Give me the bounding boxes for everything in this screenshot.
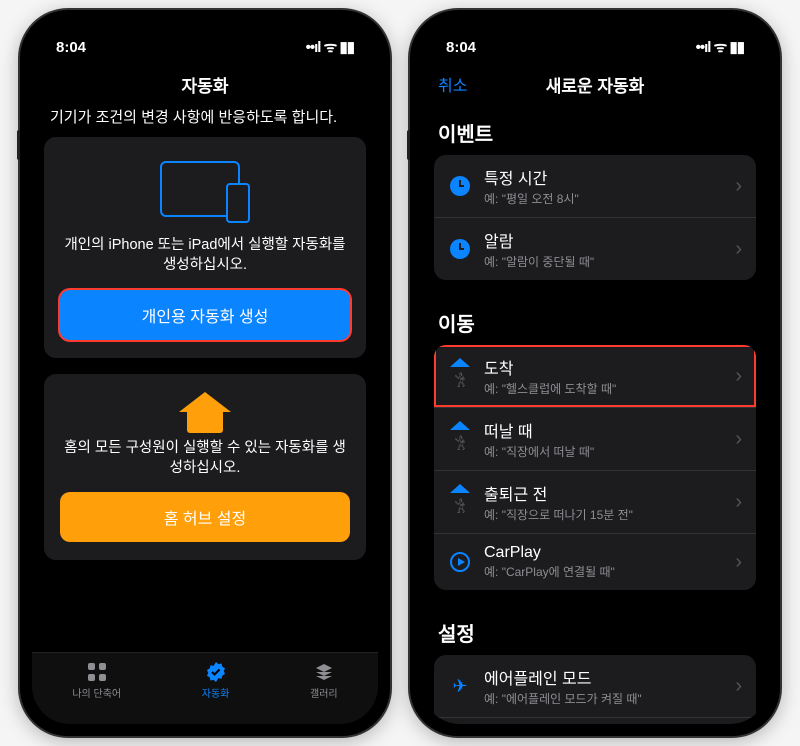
tab-label: 갤러리: [310, 685, 338, 700]
notch: [510, 10, 680, 36]
devices-icon: [60, 161, 350, 221]
home-card-description: 홈의 모든 구성원이 실행할 수 있는 자동화를 생성하십시오.: [60, 438, 350, 479]
tab-shortcuts[interactable]: 나의 단축어: [72, 661, 121, 700]
row-title: 알람: [484, 228, 723, 252]
check-badge-icon: [203, 661, 229, 683]
row-title: 특정 시간: [484, 165, 723, 189]
chevron-right-icon: ›: [735, 365, 742, 388]
status-time: 8:04: [56, 39, 86, 56]
phone-left: 8:04 ••ıl ᯤ ▮▮ 자동화 기기가 조건의 변경 사항에 반응하도록 …: [20, 10, 390, 736]
chevron-right-icon: ›: [735, 238, 742, 261]
page-title: 새로운 자동화: [546, 72, 645, 97]
airplane-icon: ✈: [448, 674, 472, 698]
chevron-right-icon: ›: [735, 551, 742, 574]
chevron-right-icon: ›: [735, 428, 742, 451]
tab-label: 자동화: [202, 685, 230, 700]
screen-right: 8:04 ••ıl ᯤ ▮▮ 취소 새로운 자동화 이벤트 특정 시간 예: "…: [422, 22, 768, 724]
row-wifi[interactable]: Wi-Fi 예: "iPhone이 홈 Wi-Fi에 연결될 때" ›: [434, 718, 756, 724]
section-header-movement: 이동: [434, 296, 756, 345]
create-personal-automation-button[interactable]: 개인용 자동화 생성: [60, 290, 350, 340]
row-subtitle: 예: "헬스클럽에 도착할 때": [484, 380, 723, 397]
row-title: 출퇴근 전: [484, 481, 723, 505]
section-header-event: 이벤트: [434, 106, 756, 155]
setup-home-hub-button[interactable]: 홈 허브 설정: [60, 492, 350, 542]
row-title: 에어플레인 모드: [484, 665, 723, 689]
home-icon: [60, 398, 350, 410]
commute-icon: 𓀟: [448, 490, 472, 514]
event-list: 특정 시간 예: "평일 오전 8시" › 알람 예: "알람이 중단될 때" …: [434, 155, 756, 280]
row-subtitle: 예: "알람이 중단될 때": [484, 253, 723, 270]
nav-bar: 자동화: [32, 62, 378, 106]
row-title: 떠날 때: [484, 418, 723, 442]
row-leave[interactable]: 𓀟 떠날 때 예: "직장에서 떠날 때" ›: [434, 408, 756, 471]
home-automation-card: 홈의 모든 구성원이 실행할 수 있는 자동화를 생성하십시오. 홈 허브 설정: [44, 374, 366, 561]
row-before-commute[interactable]: 𓀟 출퇴근 전 예: "직장으로 떠나기 15분 전" ›: [434, 471, 756, 534]
row-subtitle: 예: "직장으로 떠나기 15분 전": [484, 506, 723, 523]
chevron-right-icon: ›: [735, 491, 742, 514]
tab-label: 나의 단축어: [72, 685, 121, 700]
tab-gallery[interactable]: 갤러리: [310, 661, 338, 700]
status-time: 8:04: [446, 39, 476, 56]
layers-icon: [311, 661, 337, 683]
row-time-of-day[interactable]: 특정 시간 예: "평일 오전 8시" ›: [434, 155, 756, 218]
tab-bar: 나의 단축어 자동화 갤러리: [32, 652, 378, 724]
arrive-icon: 𓀟: [448, 364, 472, 388]
notch: [120, 10, 290, 36]
status-indicators: ••ıl ᯤ ▮▮: [306, 37, 354, 57]
row-alarm[interactable]: 알람 예: "알람이 중단될 때" ›: [434, 218, 756, 280]
section-header-settings: 설정: [434, 606, 756, 655]
row-airplane-mode[interactable]: ✈ 에어플레인 모드 예: "에어플레인 모드가 켜질 때" ›: [434, 655, 756, 718]
chevron-right-icon: ›: [735, 675, 742, 698]
row-subtitle: 예: "에어플레인 모드가 켜질 때": [484, 690, 723, 707]
cancel-button[interactable]: 취소: [438, 72, 467, 96]
leave-icon: 𓀟: [448, 427, 472, 451]
screen-left: 8:04 ••ıl ᯤ ▮▮ 자동화 기기가 조건의 변경 사항에 반응하도록 …: [32, 22, 378, 724]
row-arrive[interactable]: 𓀟 도착 예: "헬스클럽에 도착할 때" ›: [434, 345, 756, 408]
movement-list: 𓀟 도착 예: "헬스클럽에 도착할 때" › 𓀟 떠날 때: [434, 345, 756, 590]
chevron-right-icon: ›: [735, 175, 742, 198]
personal-automation-card: 개인의 iPhone 또는 iPad에서 실행할 자동화를 생성하십시오. 개인…: [44, 137, 366, 358]
row-title: 도착: [484, 355, 723, 379]
row-title: CarPlay: [484, 544, 723, 562]
personal-card-description: 개인의 iPhone 또는 iPad에서 실행할 자동화를 생성하십시오.: [60, 235, 350, 276]
page-title: 자동화: [182, 72, 229, 97]
content-right[interactable]: 이벤트 특정 시간 예: "평일 오전 8시" › 알람 예: "알람이 중단될…: [422, 106, 768, 724]
phone-right: 8:04 ••ıl ᯤ ▮▮ 취소 새로운 자동화 이벤트 특정 시간 예: "…: [410, 10, 780, 736]
settings-list: ✈ 에어플레인 모드 예: "에어플레인 모드가 켜질 때" › Wi-Fi 예…: [434, 655, 756, 724]
row-carplay[interactable]: CarPlay 예: "CarPlay에 연결될 때" ›: [434, 534, 756, 590]
page-subtitle: 기기가 조건의 변경 사항에 반응하도록 합니다.: [44, 106, 366, 137]
carplay-icon: [448, 550, 472, 574]
row-subtitle: 예: "직장에서 떠날 때": [484, 443, 723, 460]
row-subtitle: 예: "평일 오전 8시": [484, 190, 723, 207]
content-left[interactable]: 기기가 조건의 변경 사항에 반응하도록 합니다. 개인의 iPhone 또는 …: [32, 106, 378, 652]
row-subtitle: 예: "CarPlay에 연결될 때": [484, 563, 723, 580]
nav-bar: 취소 새로운 자동화: [422, 62, 768, 106]
clock-icon: [448, 174, 472, 198]
status-indicators: ••ıl ᯤ ▮▮: [696, 37, 744, 57]
alarm-icon: [448, 237, 472, 261]
tab-automation[interactable]: 자동화: [202, 661, 230, 700]
grid-icon: [84, 661, 110, 683]
